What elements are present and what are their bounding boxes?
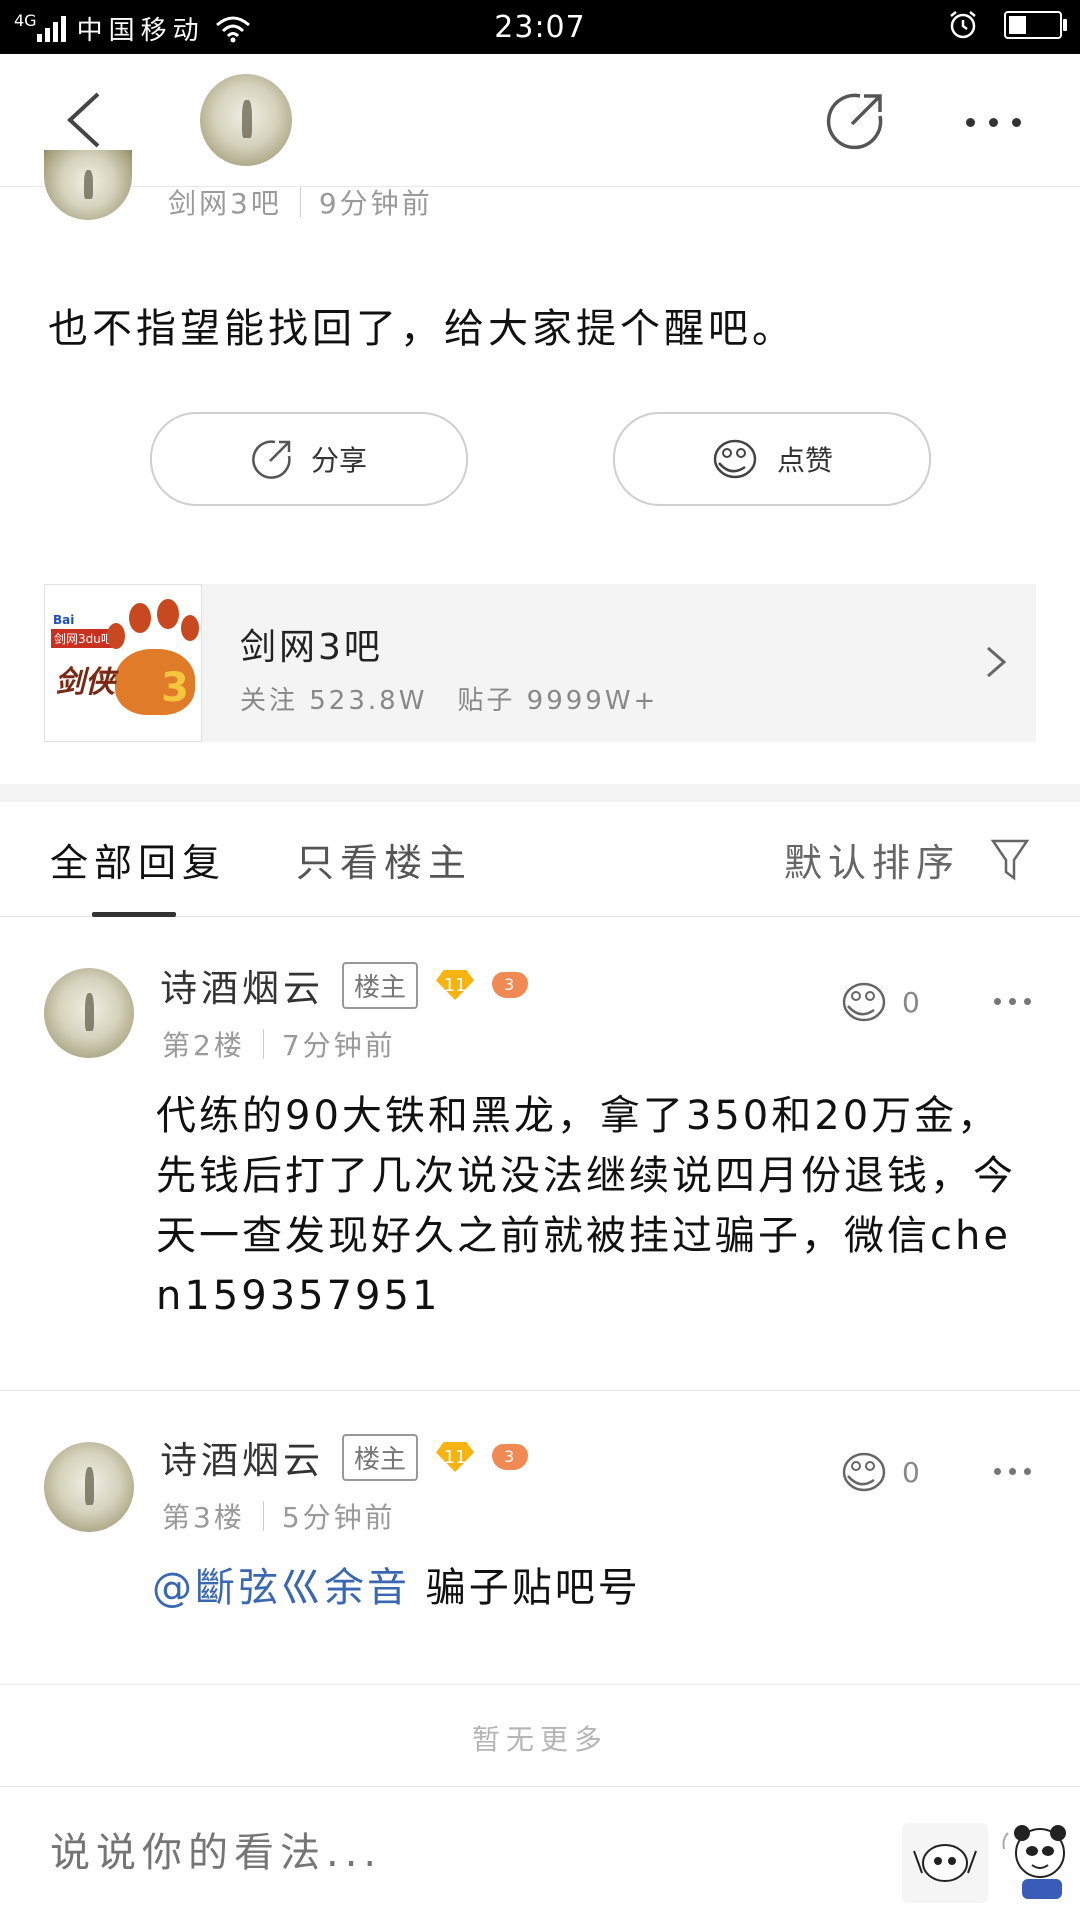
share-icon bbox=[252, 440, 291, 479]
divider bbox=[0, 1684, 1080, 1685]
gamepad-icon: 3 bbox=[492, 1444, 529, 1470]
share-post-button[interactable]: 分享 bbox=[150, 412, 468, 506]
gamepad-icon: 3 bbox=[492, 972, 529, 998]
section-gap bbox=[0, 784, 1080, 802]
reply-text-rest: 骗子贴吧号 bbox=[410, 1565, 641, 1611]
post-count: 贴子 9999W+ bbox=[457, 686, 659, 716]
forum-avatar[interactable] bbox=[200, 74, 292, 166]
like-face-icon bbox=[842, 1452, 886, 1492]
comment-input-bar bbox=[0, 1786, 1080, 1921]
reply-floor-2: 诗酒烟云 楼主 11 3 第2楼 7分钟前 0 代练的90大铁和黑龙，拿了350… bbox=[0, 918, 1080, 1390]
clock: 23:07 bbox=[494, 10, 586, 45]
post-time: 9分钟前 bbox=[318, 187, 433, 220]
comment-input[interactable] bbox=[48, 1817, 872, 1889]
logo-bai-text: Bai bbox=[53, 613, 75, 627]
status-bar: 4G 中国移动 23:07 bbox=[0, 0, 1080, 54]
owner-badge: 楼主 bbox=[342, 961, 419, 1009]
tab-indicator bbox=[92, 912, 176, 917]
forum-card-name: 剑网3吧 bbox=[240, 627, 383, 668]
post-meta: 剑网3吧 9分钟前 bbox=[168, 182, 433, 222]
reply-author[interactable]: 诗酒烟云 bbox=[160, 958, 324, 1012]
sticker-icon bbox=[913, 1844, 977, 1882]
like-face-icon bbox=[713, 439, 757, 479]
forum-card-stats: 关注 523.8W 贴子 9999W+ bbox=[240, 680, 658, 717]
reply-time: 7分钟前 bbox=[281, 1029, 396, 1062]
reply-more-button[interactable] bbox=[994, 998, 1031, 1005]
reply-avatar[interactable] bbox=[44, 1442, 134, 1532]
reply-text: 代练的90大铁和黑龙，拿了350和20万金，先钱后打了几次说没法继续说四月份退钱… bbox=[156, 1093, 1016, 1319]
reply-time: 5分钟前 bbox=[281, 1501, 396, 1534]
level-badge: 11 bbox=[436, 970, 475, 1000]
mention-link[interactable]: @斷弦巛余音 bbox=[152, 1565, 410, 1611]
reply-like-count: 0 bbox=[902, 985, 920, 1019]
follow-count: 关注 523.8W bbox=[240, 686, 428, 716]
no-more-text: 暂无更多 bbox=[471, 1723, 608, 1756]
alarm-icon bbox=[950, 11, 976, 39]
share-button[interactable] bbox=[824, 90, 886, 152]
back-button[interactable] bbox=[56, 88, 116, 152]
reply-header: 诗酒烟云 楼主 11 3 bbox=[160, 1430, 529, 1484]
reply-header: 诗酒烟云 楼主 11 3 bbox=[160, 958, 529, 1012]
reply-like-button[interactable]: 0 bbox=[840, 980, 920, 1024]
reply-floor: 第2楼 bbox=[162, 1029, 245, 1062]
reply-like-count: 0 bbox=[902, 1455, 920, 1489]
reply-floor-3: 诗酒烟云 楼主 11 3 第3楼 5分钟前 0 @斷弦巛余音 骗子贴吧号 bbox=[0, 1390, 1080, 1684]
reply-author[interactable]: 诗酒烟云 bbox=[160, 1430, 324, 1484]
owner-badge: 楼主 bbox=[342, 1433, 419, 1481]
forum-card[interactable]: Bai 剑网3du吧 剑侠 3 剑网3吧 关注 523.8W 贴子 9999W+ bbox=[44, 584, 1036, 742]
meme-button[interactable] bbox=[1000, 1819, 1076, 1905]
like-label: 点赞 bbox=[776, 444, 833, 477]
more-button[interactable] bbox=[966, 118, 1021, 127]
share-label: 分享 bbox=[310, 444, 367, 477]
sort-button[interactable]: 默认排序 bbox=[784, 832, 960, 887]
reply-text: @斷弦巛余音 骗子贴吧号 bbox=[152, 1558, 1032, 1618]
reply-like-button[interactable]: 0 bbox=[840, 1450, 920, 1494]
post-text: 也不指望能找回了，给大家提个醒吧。 bbox=[48, 306, 796, 352]
reply-more-button[interactable] bbox=[994, 1468, 1031, 1475]
panda-meme-icon bbox=[1002, 1825, 1066, 1899]
reply-avatar[interactable] bbox=[44, 968, 134, 1058]
chevron-left-icon bbox=[67, 92, 100, 148]
tab-owner-only[interactable]: 只看楼主 bbox=[296, 832, 472, 887]
forum-logo: Bai 剑网3du吧 剑侠 3 bbox=[44, 584, 202, 742]
battery-icon bbox=[1004, 11, 1067, 39]
share-arrow-icon bbox=[826, 93, 883, 150]
like-post-button[interactable]: 点赞 bbox=[613, 412, 931, 506]
post-forum-name[interactable]: 剑网3吧 bbox=[168, 182, 282, 222]
sticker-button[interactable] bbox=[902, 1823, 988, 1903]
filter-icon[interactable] bbox=[990, 838, 1030, 882]
reply-tabs: 全部回复 只看楼主 默认排序 bbox=[0, 802, 1080, 917]
reply-meta: 第2楼 7分钟前 bbox=[162, 1024, 396, 1064]
nav-bar bbox=[0, 54, 1080, 187]
tab-all-replies[interactable]: 全部回复 bbox=[50, 832, 226, 887]
op-avatar[interactable] bbox=[44, 150, 132, 220]
logo-tag: 剑网3du吧 bbox=[51, 629, 116, 648]
level-badge: 11 bbox=[436, 1442, 475, 1472]
chevron-right-icon bbox=[987, 646, 1007, 678]
reply-meta: 第3楼 5分钟前 bbox=[162, 1496, 396, 1536]
like-face-icon bbox=[842, 982, 886, 1022]
reply-floor: 第3楼 bbox=[162, 1501, 245, 1534]
